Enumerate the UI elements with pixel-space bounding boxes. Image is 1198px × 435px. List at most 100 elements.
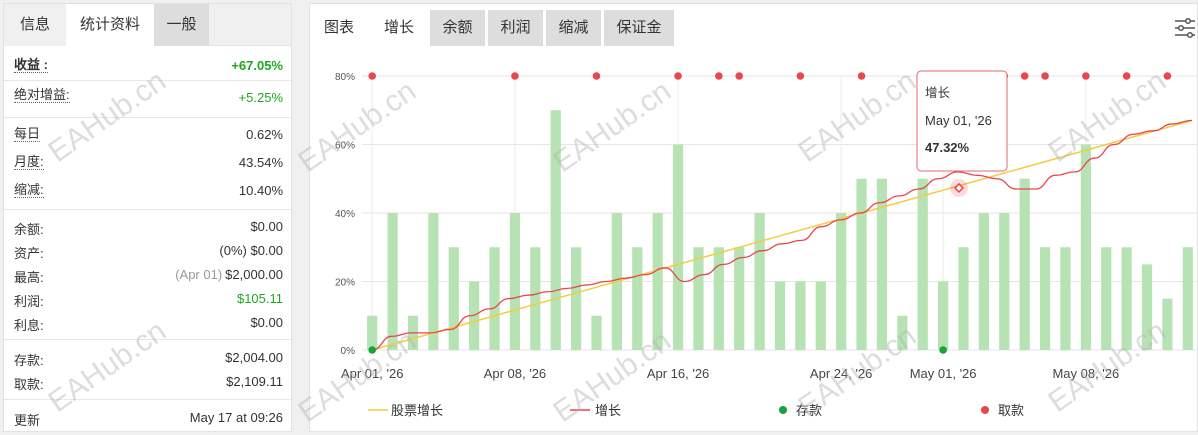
stat-daily-row: 每日 0.62%	[4, 124, 293, 146]
chart-panel: 图表 增长 余额 利润 缩减 保证金 0% 20% 40% 60% 80% Apr 01…	[309, 3, 1198, 432]
withdrawal-marker[interactable]	[1163, 72, 1172, 80]
chart-bar[interactable]	[1121, 247, 1132, 350]
monthly-label[interactable]: 月度:	[14, 155, 44, 170]
chart-bar[interactable]	[1182, 247, 1193, 350]
chart-bar[interactable]	[1019, 178, 1030, 350]
deposit-marker[interactable]	[939, 346, 947, 354]
chart-bar[interactable]	[734, 247, 745, 350]
chart-bar[interactable]	[1101, 247, 1112, 350]
daily-label[interactable]: 每日	[14, 127, 41, 142]
chart-bar[interactable]	[530, 247, 541, 350]
withdrawal-marker[interactable]	[1082, 72, 1090, 80]
chart-bar[interactable]	[978, 213, 989, 350]
withdrawal-marker[interactable]	[715, 72, 723, 80]
chart-bar[interactable]	[836, 213, 847, 350]
chart-bar[interactable]	[672, 144, 684, 351]
chart-bar[interactable]	[938, 281, 949, 351]
absolute-gain-label[interactable]: 绝对增益:	[14, 88, 70, 103]
withdrawals-value: $2,109.11	[226, 374, 283, 389]
interest-label: 利息:	[14, 318, 44, 333]
chart-bar[interactable]	[652, 213, 663, 350]
chart-bar[interactable]	[897, 315, 908, 350]
withdrawal-marker[interactable]	[1122, 72, 1131, 80]
stat-highest-row: 最高: (Apr 01) $2,000.00	[4, 264, 293, 286]
gain-value: +67.05%	[231, 58, 283, 73]
chart-bar[interactable]	[754, 213, 765, 350]
withdrawal-marker[interactable]	[511, 72, 519, 80]
chart-bar[interactable]	[917, 178, 928, 350]
chart-bar[interactable]	[795, 281, 806, 351]
y-tick-label: 80%	[335, 72, 355, 83]
tooltip-date: May 01, '26	[925, 113, 992, 128]
chart-bar[interactable]	[509, 213, 521, 350]
deposits-value: $2,004.00	[225, 350, 283, 365]
legend-deposits[interactable]: 存款	[796, 403, 822, 418]
tab-info[interactable]: 信息	[4, 4, 66, 46]
balance-label: 余额:	[14, 222, 44, 237]
chart-bar[interactable]	[999, 213, 1010, 350]
stat-profit-row: 利润: $105.11	[4, 288, 293, 310]
drawdown-label[interactable]: 缩减:	[14, 183, 44, 198]
chart-bar[interactable]	[367, 315, 378, 350]
gain-label[interactable]: 收益 :	[14, 58, 48, 73]
deposits-label: 存款:	[14, 353, 44, 368]
chart-bar[interactable]	[1080, 144, 1091, 351]
chart-bar[interactable]	[1162, 298, 1173, 350]
chart-bar[interactable]	[571, 247, 582, 350]
drawdown-value: 10.40%	[238, 183, 283, 198]
withdrawal-marker[interactable]	[1041, 72, 1049, 80]
withdrawal-marker[interactable]	[796, 72, 805, 80]
chart-bar[interactable]	[815, 281, 826, 351]
withdrawal-marker[interactable]	[674, 72, 682, 80]
chart-bar[interactable]	[1060, 247, 1071, 350]
left-tab-bar: 信息 统计资料 一般	[4, 4, 291, 46]
deposit-marker[interactable]	[368, 346, 376, 354]
tab-statistics[interactable]: 统计资料	[66, 4, 154, 46]
chart-bar[interactable]	[448, 247, 459, 350]
absolute-gain-value: +5.25%	[238, 90, 283, 105]
chart-bar[interactable]	[774, 281, 786, 351]
chart-bar[interactable]	[958, 247, 969, 350]
x-tick-label: Apr 24, '26	[810, 366, 872, 381]
chart-bar[interactable]	[1039, 247, 1051, 350]
tab-general[interactable]: 一般	[154, 4, 209, 46]
chart-bars	[367, 110, 1193, 350]
equity-label: 资产:	[14, 246, 44, 261]
withdrawal-marker[interactable]	[1020, 72, 1029, 80]
profit-label: 利润:	[14, 294, 44, 309]
withdrawal-marker[interactable]	[857, 72, 866, 80]
statistics-panel: 信息 统计资料 一般 收益 : +67.05% 绝对增益: +5.25% 每日 …	[3, 3, 293, 432]
chart-bar[interactable]	[856, 178, 867, 350]
x-tick-label: Apr 16, '26	[647, 366, 709, 381]
legend-deposit-swatch	[779, 406, 787, 414]
y-tick-label: 20%	[335, 278, 355, 289]
monthly-value: 43.54%	[238, 155, 283, 170]
stat-withdrawals-row: 取款: $2,109.11	[4, 371, 293, 393]
chart-bar[interactable]	[428, 213, 439, 350]
legend-growth[interactable]: 增长	[595, 403, 621, 418]
chart-bar[interactable]	[387, 213, 398, 350]
stat-drawdown-row: 缩减: 10.40%	[4, 180, 293, 202]
stat-gain-row: 收益 : +67.05%	[4, 55, 293, 77]
x-tick-label: Apr 08, '26	[484, 366, 546, 381]
chart-legend: 股票增长 增长 存款 取款	[368, 403, 1024, 418]
legend-withdrawals[interactable]: 取款	[998, 403, 1024, 418]
chart-bar[interactable]	[876, 178, 888, 350]
stat-equity-row: 资产: (0%) $0.00	[4, 240, 293, 262]
y-tick-label: 60%	[335, 141, 355, 152]
stat-balance-row: 余额: $0.00	[4, 216, 293, 238]
chart-bar[interactable]	[1141, 264, 1153, 350]
withdrawal-marker[interactable]	[592, 72, 601, 80]
withdrawal-marker[interactable]	[368, 72, 376, 80]
equity-value: (0%) $0.00	[219, 243, 283, 258]
chart-bar[interactable]	[550, 110, 561, 350]
legend-stock-growth[interactable]: 股票增长	[391, 403, 443, 418]
chart-bar[interactable]	[489, 247, 500, 350]
highest-label: 最高:	[14, 270, 44, 285]
updated-label: 更新	[14, 413, 41, 428]
chart-bar[interactable]	[713, 247, 724, 350]
chart-bar[interactable]	[693, 247, 704, 350]
chart-bar[interactable]	[632, 247, 643, 350]
withdrawal-marker[interactable]	[735, 72, 744, 80]
chart-bar[interactable]	[591, 315, 602, 350]
